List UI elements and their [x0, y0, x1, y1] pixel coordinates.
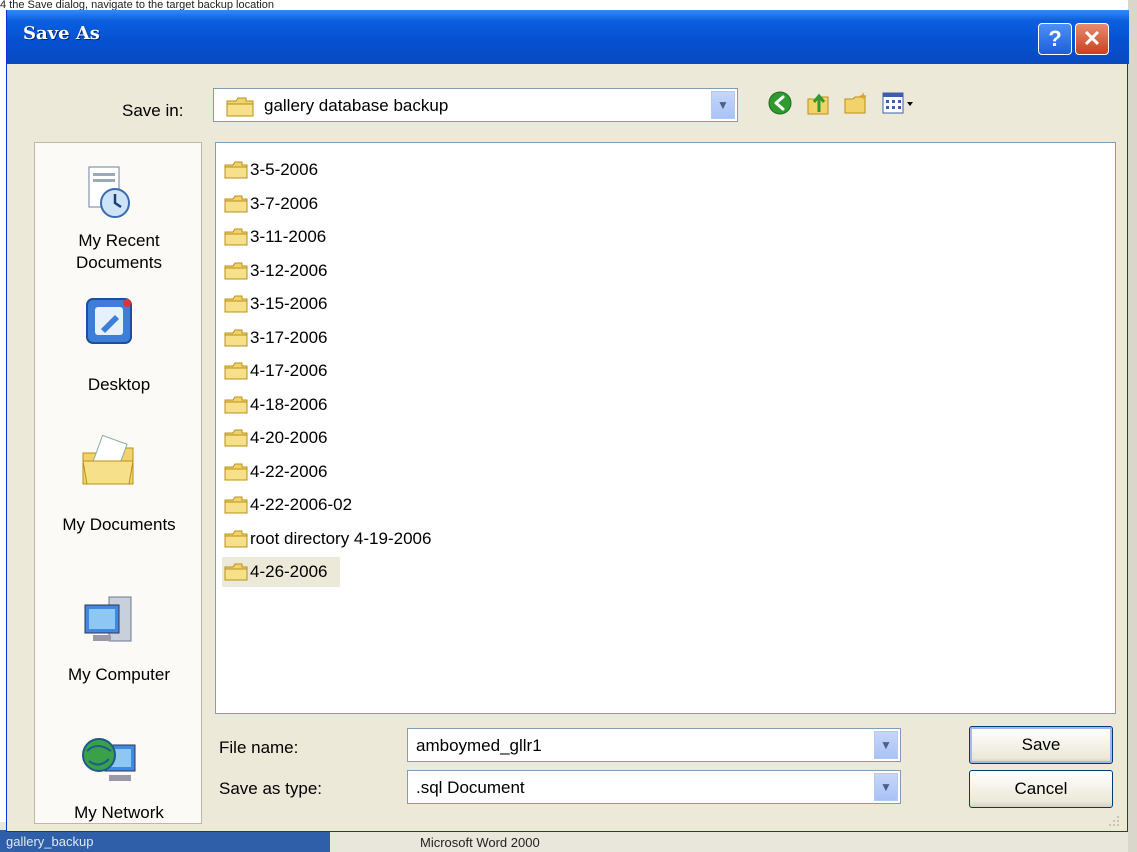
places-bar: My Recent Documents Desktop My Documents — [34, 142, 202, 824]
folder-icon — [224, 329, 248, 352]
background-window-edge — [1128, 0, 1137, 852]
my-computer-icon — [84, 596, 132, 642]
place-my-documents[interactable]: My Documents — [35, 431, 203, 541]
up-one-level-icon[interactable] — [805, 90, 831, 116]
folder-icon — [224, 496, 248, 519]
new-folder-icon[interactable] — [843, 90, 869, 116]
file-list-item[interactable]: 3-11-2006 — [222, 222, 338, 252]
place-label-line1: My Recent — [78, 231, 160, 250]
folder-icon — [224, 396, 248, 419]
save-as-type-label: Save as type: — [219, 779, 323, 798]
file-list-item[interactable]: 3-15-2006 — [222, 289, 340, 319]
save-as-dialog: Save As ? ✕ Save in: gallery database ba… — [6, 10, 1129, 832]
background-task-item[interactable]: gallery_backup — [6, 833, 206, 851]
title-bar[interactable]: Save As ? ✕ — [7, 10, 1129, 64]
chevron-down-icon[interactable]: ▼ — [711, 91, 735, 119]
place-label: My Computer — [67, 665, 171, 684]
folder-icon — [224, 195, 248, 218]
file-list-item[interactable]: root directory 4-19-2006 — [222, 524, 443, 554]
file-list-item[interactable]: 4-18-2006 — [222, 390, 340, 420]
file-name-value: amboymed_gllr1 — [416, 736, 542, 755]
my-documents-icon — [82, 434, 134, 485]
file-list-item[interactable]: 3-12-2006 — [222, 256, 340, 286]
cancel-button[interactable]: Cancel — [969, 770, 1113, 808]
my-network-icon — [82, 738, 136, 781]
place-my-network[interactable]: My Network — [35, 731, 203, 825]
place-my-computer[interactable]: My Computer — [35, 591, 203, 701]
place-label-line2: Documents — [76, 253, 162, 272]
folder-icon — [224, 530, 248, 553]
file-list-item-label: 4-22-2006 — [250, 461, 328, 481]
file-list[interactable]: 3-5-2006 3-7-2006 3-11-2006 3-12-2006 3-15-2… — [215, 142, 1116, 714]
place-label: Desktop — [87, 375, 151, 394]
file-list-item-label: 3-12-2006 — [250, 260, 328, 280]
save-button[interactable]: Save — [969, 726, 1113, 764]
file-list-item-label: 3-7-2006 — [250, 193, 319, 213]
recent-documents-icon — [88, 166, 130, 218]
place-my-recent-documents[interactable]: My Recent Documents — [35, 163, 203, 283]
save-in-label: Save in: — [122, 101, 184, 120]
save-as-type-value: .sql Document — [416, 778, 525, 797]
help-button[interactable]: ? — [1038, 23, 1072, 55]
folder-icon — [224, 295, 248, 318]
back-icon[interactable] — [767, 90, 793, 116]
file-list-item[interactable]: 4-17-2006 — [222, 356, 340, 386]
file-list-item-label: 4-20-2006 — [250, 428, 328, 447]
file-list-item[interactable]: 3-17-2006 — [222, 323, 340, 353]
file-name-label: File name: — [219, 738, 299, 757]
file-list-item-label: root directory 4-19-2006 — [250, 528, 432, 548]
dialog-title: Save As — [23, 23, 100, 44]
place-label: My Documents — [62, 515, 176, 534]
desktop-icon — [86, 298, 132, 344]
file-list-item-label: 4-17-2006 — [250, 361, 328, 380]
chevron-down-icon[interactable]: ▼ — [874, 773, 898, 801]
file-list-item-label: 4-26-2006 — [250, 562, 328, 581]
folder-icon — [224, 161, 248, 184]
file-list-item[interactable]: 4-20-2006 — [222, 423, 340, 453]
file-list-item-label: 3-17-2006 — [250, 327, 328, 347]
file-list-item-label: 4-22-2006-02 — [250, 495, 353, 514]
place-desktop[interactable]: Desktop — [35, 293, 203, 403]
file-list-item-label: 3-5-2006 — [250, 160, 319, 179]
folder-icon — [224, 362, 248, 385]
views-menu-icon[interactable] — [881, 90, 915, 116]
file-list-item[interactable]: 4-26-2006 — [222, 557, 340, 587]
folder-icon — [224, 228, 248, 251]
file-list-item-label: 4-18-2006 — [250, 394, 328, 414]
file-name-input[interactable]: amboymed_gllr1 ▼ — [407, 728, 901, 762]
resize-grip-icon[interactable] — [1107, 814, 1121, 828]
file-list-item[interactable]: 4-22-2006 — [222, 457, 340, 487]
folder-icon — [224, 262, 248, 285]
folder-icon — [224, 463, 248, 486]
save-in-combo[interactable]: gallery database backup ▼ — [213, 88, 738, 122]
save-in-value: gallery database backup — [264, 96, 449, 115]
folder-icon — [224, 563, 248, 586]
place-label: My Network — [74, 803, 164, 822]
folder-icon — [226, 97, 254, 117]
file-list-item[interactable]: 3-7-2006 — [222, 189, 330, 219]
file-list-item-label: 3-15-2006 — [250, 294, 328, 313]
file-list-item[interactable]: 3-5-2006 — [222, 155, 330, 185]
file-list-item[interactable]: 4-22-2006-02 — [222, 490, 364, 520]
background-word-task[interactable]: Microsoft Word 2000 — [420, 834, 540, 852]
background-caption: 4 the Save dialog, navigate to the targe… — [0, 0, 274, 10]
chevron-down-icon[interactable]: ▼ — [874, 731, 898, 759]
close-button[interactable]: ✕ — [1075, 23, 1109, 55]
save-as-type-select[interactable]: .sql Document ▼ — [407, 770, 901, 804]
file-list-item-label: 3-11-2006 — [250, 227, 327, 246]
folder-icon — [224, 429, 248, 452]
